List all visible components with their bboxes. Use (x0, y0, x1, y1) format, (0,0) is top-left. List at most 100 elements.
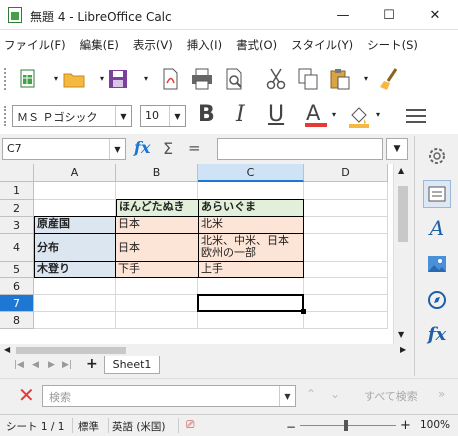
cell-d8[interactable] (304, 312, 388, 329)
chevron-down-icon[interactable]: ▼ (169, 106, 185, 126)
column-header-c[interactable]: C (198, 164, 304, 182)
page-style[interactable]: 標準 (78, 419, 99, 434)
cell-c5[interactable]: 上手 (199, 262, 304, 278)
previous-sheet-icon[interactable]: ◀ (32, 360, 39, 370)
toolbar-grip[interactable] (4, 68, 7, 90)
cell-c7[interactable] (198, 295, 304, 312)
chevron-down-icon[interactable]: ▼ (279, 386, 295, 406)
maximize-button[interactable]: ☐ (366, 0, 412, 30)
row-header-5[interactable]: 5 (0, 262, 34, 278)
sum-button[interactable]: Σ (163, 139, 173, 158)
scroll-left-icon[interactable]: ◀ (4, 345, 10, 354)
cell-a3[interactable]: 原産国 (34, 216, 116, 234)
cell-b6[interactable] (116, 278, 198, 295)
zoom-out-icon[interactable]: − (286, 420, 296, 434)
gear-icon[interactable] (423, 142, 451, 170)
vertical-scrollbar[interactable]: ▲ ▼ (393, 164, 412, 344)
find-previous-icon[interactable]: ⌃ (306, 387, 316, 401)
cell-a1[interactable] (34, 182, 116, 200)
scroll-right-icon[interactable]: ▶ (400, 345, 406, 354)
menu-format[interactable]: 書式(O) (236, 37, 277, 53)
clone-formatting-icon[interactable] (376, 65, 404, 93)
properties-icon[interactable] (423, 180, 451, 208)
expand-formula-bar-button[interactable]: ▼ (386, 138, 408, 160)
zoom-slider-handle[interactable] (344, 420, 348, 431)
font-size-combo[interactable]: 10 ▼ (140, 105, 186, 127)
cell-d5[interactable] (304, 262, 388, 278)
name-box[interactable]: C7 ▼ (2, 138, 126, 160)
zoom-level[interactable]: 100% (420, 419, 450, 431)
font-color-dropdown-arrow-icon[interactable]: ▾ (332, 110, 336, 119)
close-find-bar-icon[interactable]: ✕ (18, 385, 35, 405)
styles-icon[interactable]: A (423, 214, 451, 242)
chevron-down-icon[interactable]: ▼ (115, 106, 131, 126)
cell-b3[interactable]: 日本 (116, 217, 199, 234)
cell-a6[interactable] (34, 278, 116, 295)
highlight-dropdown-arrow-icon[interactable]: ▾ (376, 110, 380, 119)
cell-a5[interactable]: 木登り (34, 262, 116, 278)
cell-b5[interactable]: 下手 (116, 262, 199, 278)
cell-c2[interactable]: あらいぐま (199, 199, 304, 217)
underline-button[interactable]: U (268, 102, 284, 127)
sheet-tab[interactable]: Sheet1 (104, 356, 160, 374)
cell-d2[interactable] (304, 200, 388, 217)
language[interactable]: 英語 (米国) (112, 419, 166, 434)
cell-c1[interactable] (198, 182, 304, 200)
scroll-down-icon[interactable]: ▼ (398, 330, 404, 339)
cell-b7[interactable] (116, 295, 198, 312)
row-header-3[interactable]: 3 (0, 217, 34, 234)
add-sheet-button[interactable]: + (86, 356, 98, 372)
cell-a2[interactable] (34, 200, 116, 217)
function-wizard-button[interactable]: fx (134, 138, 150, 157)
cell-c6[interactable] (198, 278, 304, 295)
more-options-icon[interactable]: » (438, 387, 445, 401)
menu-styles[interactable]: スタイル(Y) (291, 37, 353, 53)
next-sheet-icon[interactable]: ▶ (48, 360, 55, 370)
cell-d4[interactable] (304, 234, 388, 262)
cell-a8[interactable] (34, 312, 116, 329)
copy-icon[interactable] (294, 65, 322, 93)
row-header-1[interactable]: 1 (0, 182, 34, 200)
find-next-icon[interactable]: ⌄ (330, 387, 340, 401)
cell-b2[interactable]: ほんどたぬき (116, 199, 199, 217)
horizontal-scroll-thumb[interactable] (16, 347, 126, 354)
highlight-color-icon[interactable] (346, 103, 372, 132)
cell-b4[interactable]: 日本 (116, 234, 199, 262)
cut-icon[interactable] (262, 65, 290, 93)
column-header-a[interactable]: A (34, 164, 116, 182)
save-icon[interactable] (104, 65, 132, 93)
cell-b8[interactable] (116, 312, 198, 329)
zoom-slider-track[interactable] (300, 425, 396, 426)
cell-a7[interactable] (34, 295, 116, 312)
vertical-scroll-thumb[interactable] (398, 186, 408, 242)
menu-file[interactable]: ファイル(F) (4, 37, 66, 53)
find-input[interactable]: 検索 ▼ (42, 385, 296, 407)
find-all-button[interactable]: すべて検索 (364, 388, 418, 404)
cell-d7[interactable] (304, 295, 388, 312)
functions-icon[interactable]: fx (423, 320, 451, 348)
sheet-position[interactable]: シート 1 / 1 (6, 419, 64, 434)
border-style-icon[interactable] (404, 106, 428, 129)
scroll-up-icon[interactable]: ▲ (398, 166, 404, 175)
cell-d6[interactable] (304, 278, 388, 295)
bold-button[interactable]: B (198, 102, 215, 127)
spreadsheet-grid[interactable]: A B C D 1 2 3 4 5 6 7 8 ほんどたぬき あらいぐま 原産国… (0, 164, 412, 344)
row-header-4[interactable]: 4 (0, 234, 34, 262)
font-name-combo[interactable]: ＭＳ Ｐゴシック ▼ (12, 105, 132, 127)
print-preview-icon[interactable] (220, 65, 248, 93)
row-header-6[interactable]: 6 (0, 278, 34, 295)
cell-d3[interactable] (304, 217, 388, 234)
cell-b1[interactable] (116, 182, 198, 200)
formula-button[interactable]: = (188, 139, 201, 157)
cell-c3[interactable]: 北米 (199, 217, 304, 234)
export-pdf-icon[interactable] (156, 65, 184, 93)
close-button[interactable]: ✕ (412, 0, 458, 30)
row-header-8[interactable]: 8 (0, 312, 34, 329)
gallery-icon[interactable] (423, 250, 451, 278)
horizontal-scrollbar[interactable]: ◀ ▶ (0, 344, 412, 356)
paste-icon[interactable] (326, 65, 354, 93)
first-sheet-icon[interactable]: |◀ (14, 360, 24, 370)
chevron-down-icon[interactable]: ▼ (109, 139, 125, 159)
select-all-corner[interactable] (0, 164, 34, 182)
cell-c8[interactable] (198, 312, 304, 329)
